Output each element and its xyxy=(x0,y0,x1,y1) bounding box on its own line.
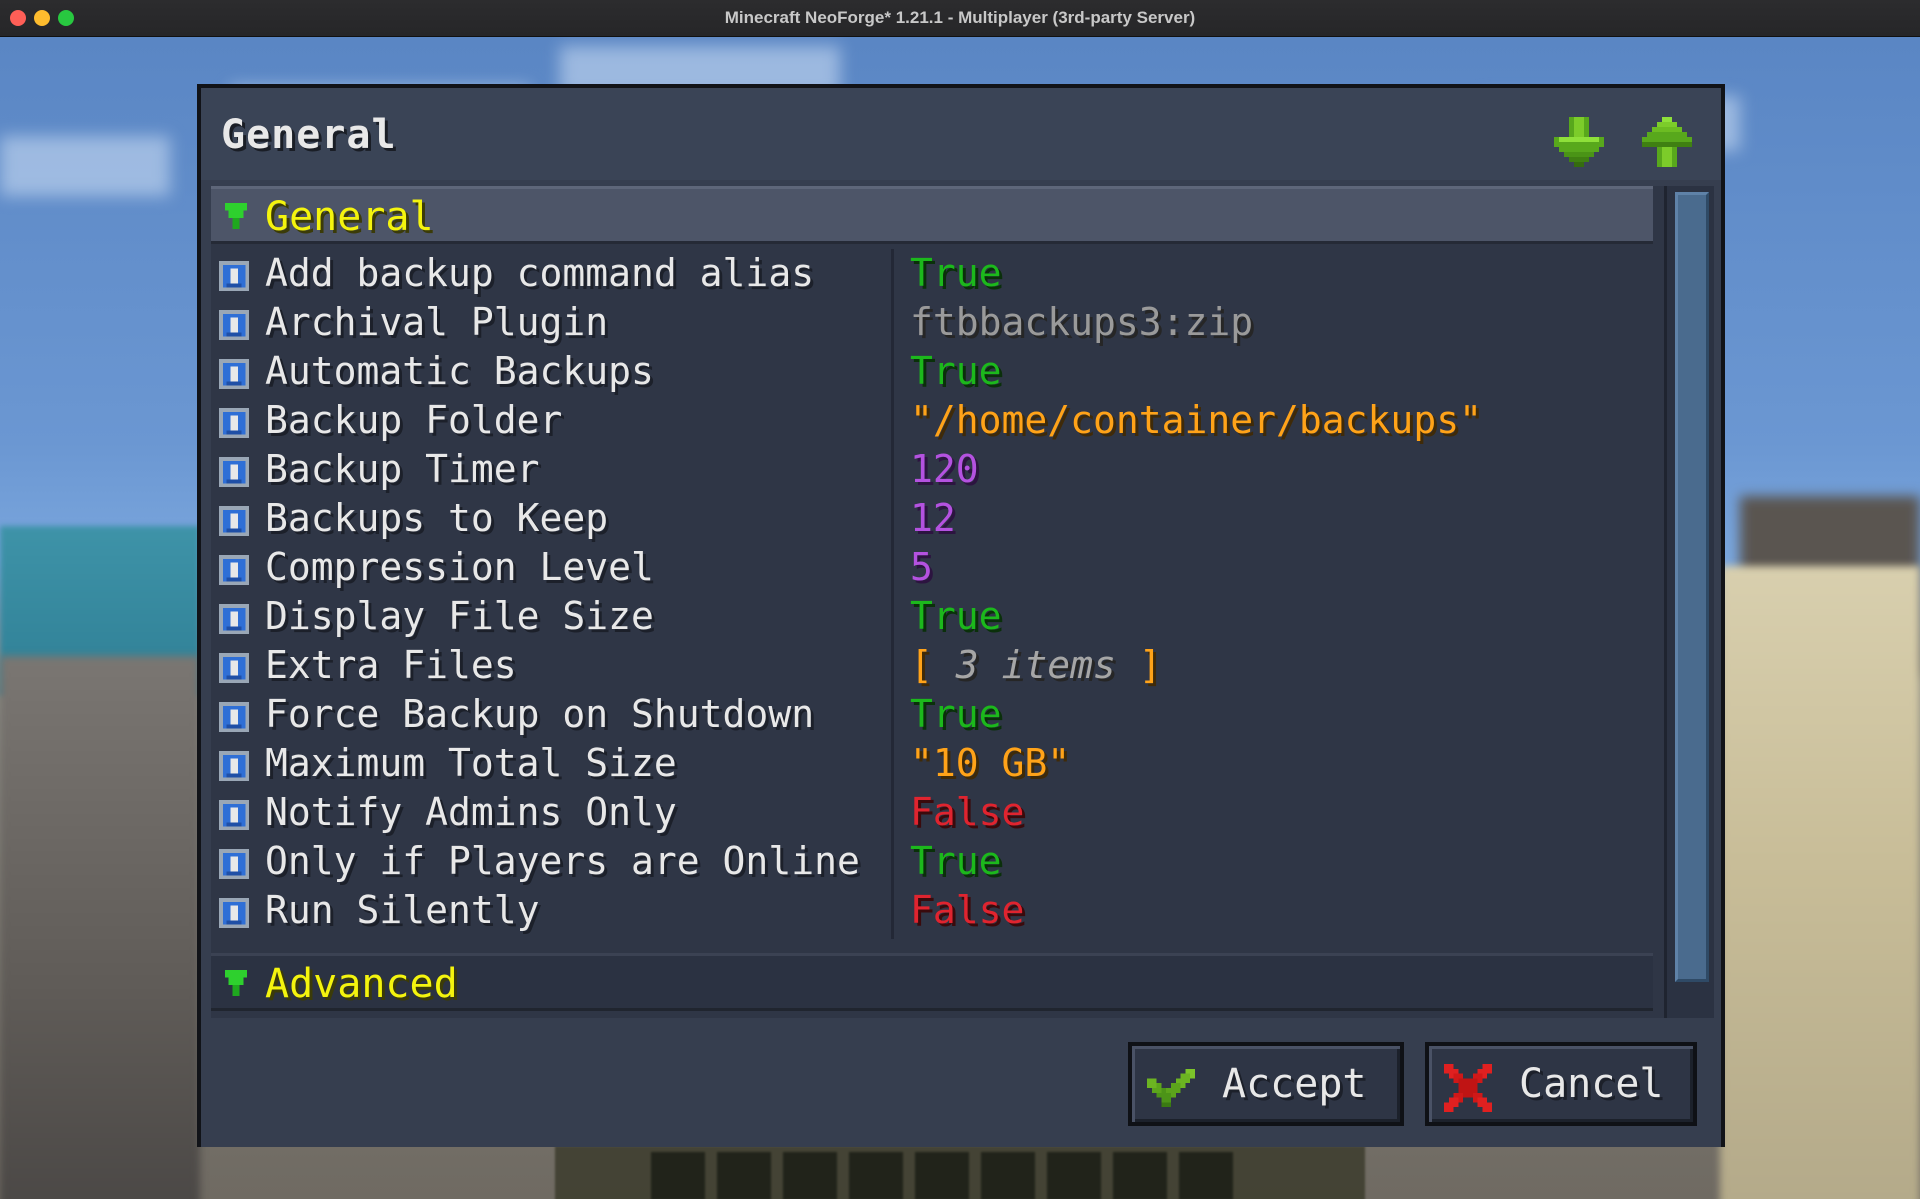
info-icon[interactable] xyxy=(219,261,249,291)
config-row-value[interactable]: "10 GB" xyxy=(910,739,1070,788)
config-row[interactable]: Add backup command alias True xyxy=(211,249,1653,298)
config-row-value[interactable]: False xyxy=(910,788,1024,837)
info-icon[interactable] xyxy=(219,751,249,781)
config-row-label: Backups to Keep xyxy=(265,496,609,540)
expand-all-button[interactable] xyxy=(1642,116,1692,168)
config-row-label: Backup Timer xyxy=(265,447,540,491)
hotbar-slot xyxy=(981,1152,1035,1199)
hotbar-slot xyxy=(1047,1152,1101,1199)
config-row-value[interactable]: True xyxy=(910,690,1002,739)
hotbar-slot xyxy=(849,1152,903,1199)
config-row-label: Add backup command alias xyxy=(265,251,815,295)
dialog-header: General xyxy=(201,88,1721,180)
info-icon[interactable] xyxy=(219,506,249,536)
config-row-value[interactable]: ftbbackups3:zip xyxy=(910,298,1253,347)
config-row[interactable]: Display File Size True xyxy=(211,592,1653,641)
config-row-value[interactable]: "/home/container/backups" xyxy=(910,396,1482,445)
config-row-label: Notify Admins Only xyxy=(265,790,677,834)
dialog-footer: Accept Cancel xyxy=(201,1030,1721,1147)
config-row-label: Extra Files xyxy=(265,643,517,687)
config-row-value[interactable]: True xyxy=(910,592,1002,641)
config-row-label: Automatic Backups xyxy=(265,349,654,393)
category-label: General xyxy=(265,194,434,240)
info-icon[interactable] xyxy=(219,849,249,879)
config-row-value[interactable]: False xyxy=(910,886,1024,935)
config-row[interactable]: Automatic Backups True xyxy=(211,347,1653,396)
config-row[interactable]: Backups to Keep 12 xyxy=(211,494,1653,543)
category-header-advanced[interactable]: Advanced xyxy=(211,953,1653,1011)
category-collapsed-icon xyxy=(225,970,247,996)
hotbar-slot xyxy=(651,1152,705,1199)
config-row[interactable]: Run Silently False xyxy=(211,886,1653,935)
config-row[interactable]: Force Backup on Shutdown True xyxy=(211,690,1653,739)
config-row[interactable]: Backup Timer 120 xyxy=(211,445,1653,494)
config-row[interactable]: Only if Players are Online True xyxy=(211,837,1653,886)
config-row-label: Compression Level xyxy=(265,545,654,589)
dialog-title: General xyxy=(221,112,397,158)
list-open-bracket: [ xyxy=(910,643,956,687)
cloud xyxy=(0,136,170,196)
config-row-label: Archival Plugin xyxy=(265,300,609,344)
cancel-button-label: Cancel xyxy=(1519,1061,1664,1107)
config-row[interactable]: Extra Files [ 3 items ] xyxy=(211,641,1653,690)
info-icon[interactable] xyxy=(219,359,249,389)
cancel-button[interactable]: Cancel xyxy=(1425,1042,1697,1126)
scrollbar[interactable] xyxy=(1664,186,1714,1018)
hotbar-slot xyxy=(1179,1152,1233,1199)
list-close-bracket: ] xyxy=(1115,643,1162,687)
collapse-all-button[interactable] xyxy=(1554,116,1604,168)
green-down-arrow-icon xyxy=(1554,117,1604,167)
config-list[interactable]: General Add backup command alias True Arch… xyxy=(211,186,1667,1018)
config-row-value[interactable]: 12 xyxy=(910,494,956,543)
config-row-label: Force Backup on Shutdown xyxy=(265,692,815,736)
info-icon[interactable] xyxy=(219,653,249,683)
config-row-label: Run Silently xyxy=(265,888,540,932)
hotbar xyxy=(555,1146,1365,1199)
category-expanded-icon xyxy=(225,203,247,229)
info-icon[interactable] xyxy=(219,702,249,732)
info-icon[interactable] xyxy=(219,898,249,928)
config-row[interactable]: Notify Admins Only False xyxy=(211,788,1653,837)
list-item-count: 3 items xyxy=(955,643,1116,687)
red-x-icon xyxy=(1444,1064,1492,1112)
hotbar-slot xyxy=(717,1152,771,1199)
config-row-label: Backup Folder xyxy=(265,398,563,442)
accept-button[interactable]: Accept xyxy=(1128,1042,1404,1126)
config-row[interactable]: Archival Plugin ftbbackups3:zip xyxy=(211,298,1653,347)
category-label: Advanced xyxy=(265,961,458,1007)
info-icon[interactable] xyxy=(219,800,249,830)
config-row[interactable]: Maximum Total Size "10 GB" xyxy=(211,739,1653,788)
config-row[interactable]: Compression Level 5 xyxy=(211,543,1653,592)
checkmark-icon xyxy=(1147,1068,1195,1108)
hotbar-slot xyxy=(1113,1152,1167,1199)
info-icon[interactable] xyxy=(219,457,249,487)
config-row-value[interactable]: 120 xyxy=(910,445,979,494)
info-icon[interactable] xyxy=(219,310,249,340)
config-row-label: Only if Players are Online xyxy=(265,839,860,883)
scrollbar-thumb[interactable] xyxy=(1675,192,1709,982)
config-row-label: Display File Size xyxy=(265,594,654,638)
config-row-value[interactable]: 5 xyxy=(910,543,933,592)
info-icon[interactable] xyxy=(219,555,249,585)
accept-button-label: Accept xyxy=(1222,1061,1367,1107)
stone-terrain xyxy=(0,656,200,1199)
category-header-general[interactable]: General xyxy=(211,186,1653,244)
hotbar-slot xyxy=(783,1152,837,1199)
info-icon[interactable] xyxy=(219,408,249,438)
config-row-value[interactable]: True xyxy=(910,837,1002,886)
sand-terrain xyxy=(1720,566,1920,1199)
info-icon[interactable] xyxy=(219,604,249,634)
config-row-value[interactable]: True xyxy=(910,347,1002,396)
hotbar-slot xyxy=(915,1152,969,1199)
config-row-value[interactable]: [ 3 items ] xyxy=(910,641,1162,690)
window-titlebar: Minecraft NeoForge* 1.21.1 - Multiplayer… xyxy=(0,0,1920,37)
window-title: Minecraft NeoForge* 1.21.1 - Multiplayer… xyxy=(724,8,1196,27)
config-row-label: Maximum Total Size xyxy=(265,741,677,785)
config-row-value[interactable]: True xyxy=(910,249,1002,298)
green-up-arrow-icon xyxy=(1642,117,1692,167)
config-row[interactable]: Backup Folder "/home/container/backups" xyxy=(211,396,1653,445)
config-dialog: General General Add backup command alias… xyxy=(197,84,1725,1147)
